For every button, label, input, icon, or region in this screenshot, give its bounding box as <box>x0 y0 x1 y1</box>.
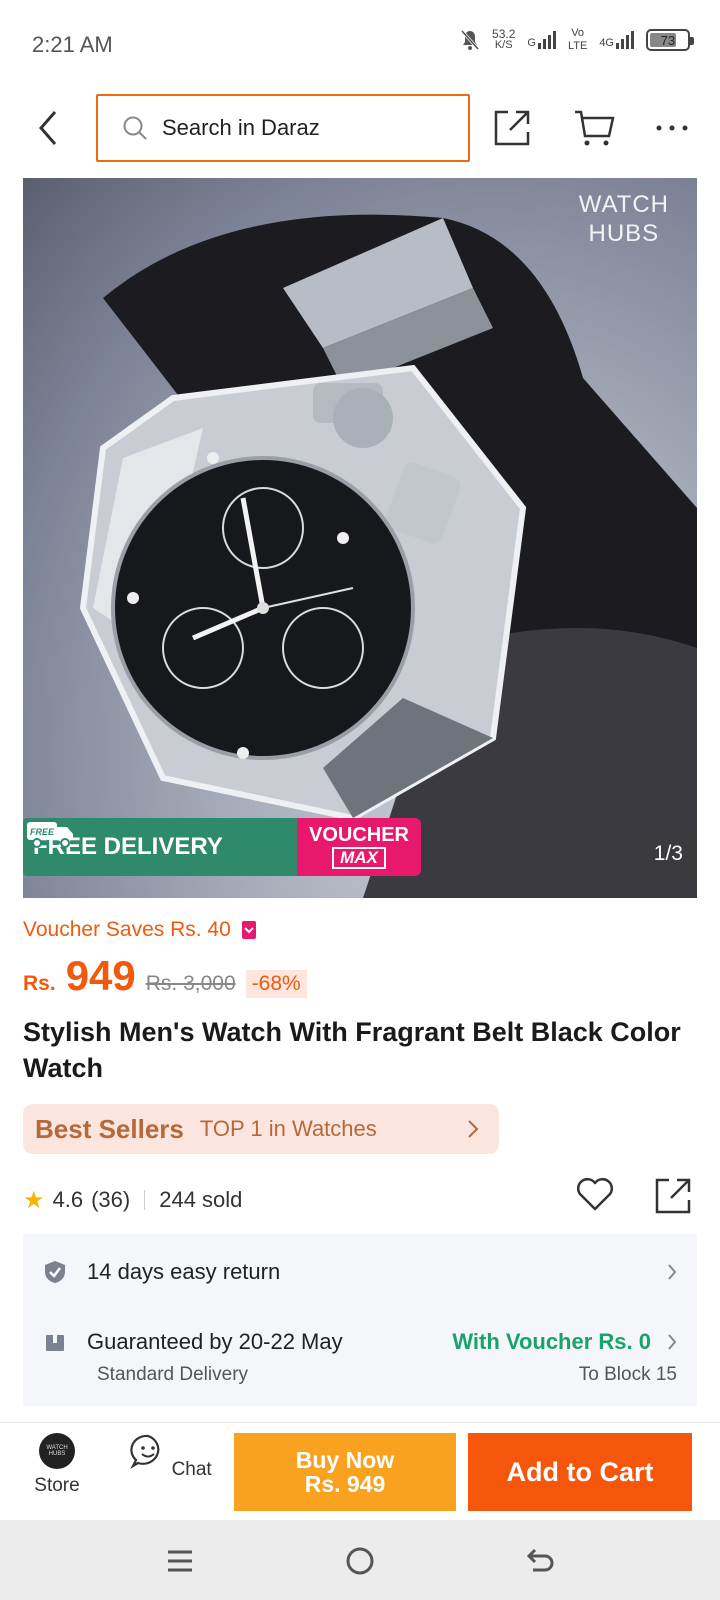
recent-apps-button[interactable] <box>160 1544 200 1578</box>
chevron-right-icon <box>668 1334 677 1350</box>
cart-icon <box>575 110 615 146</box>
brand-watermark-line2: HUBS <box>588 220 660 247</box>
battery-icon: 73 <box>646 29 694 51</box>
signal-4g-icon: 4G <box>599 31 634 49</box>
free-delivery-badge: FREE FREE DELIVERY <box>23 818 297 876</box>
free-badge-text: FREE <box>30 827 55 837</box>
buy-now-label: Buy Now <box>295 1447 395 1473</box>
system-back-button[interactable] <box>520 1544 560 1578</box>
price-currency: Rs. <box>23 972 56 995</box>
delivery-truck-icon: FREE <box>27 822 73 848</box>
promo-banner: FREE FREE DELIVERY VOUCHER MAX <box>23 818 421 876</box>
watch-illustration <box>79 214 697 898</box>
search-input[interactable]: Search in Daraz <box>96 94 470 162</box>
rating-row: ★ 4.6 (36) 244 sold <box>23 1178 697 1220</box>
share-button[interactable] <box>490 106 534 150</box>
delivery-voucher-text: With Voucher Rs. 0 <box>452 1329 651 1354</box>
voucher-saves[interactable]: Voucher Saves Rs. 40 <box>23 918 257 942</box>
star-icon: ★ <box>23 1186 45 1214</box>
status-bar: 2:21 AM 53.2 K/S G Vo LTE 4G 73 <box>0 0 720 88</box>
volte-bottom: LTE <box>567 40 588 52</box>
original-price: Rs. 3,000 <box>145 972 236 995</box>
rating-actions <box>575 1176 693 1216</box>
service-info: 14 days easy return Guaranteed by 20-22 … <box>23 1234 697 1406</box>
status-time: 2:21 AM <box>32 32 113 57</box>
brand-watermark: WATCH HUBS <box>579 190 669 248</box>
search-placeholder: Search in Daraz <box>162 115 320 140</box>
volte-top: Vo <box>571 27 585 39</box>
network-label: 4G <box>599 37 614 49</box>
search-icon <box>123 116 147 140</box>
menu-lines-icon <box>168 1550 192 1572</box>
chevron-right-icon <box>468 1120 479 1138</box>
discount-badge: -68% <box>245 970 307 998</box>
net-speed: 53.2 K/S <box>492 28 515 51</box>
net-speed-unit: K/S <box>494 39 513 51</box>
chevron-left-icon <box>39 111 57 145</box>
more-dots-icon <box>656 125 688 131</box>
price-value: 949 <box>65 952 136 999</box>
more-button[interactable] <box>650 106 694 150</box>
system-nav-bar <box>0 1520 720 1600</box>
share-icon <box>494 110 530 146</box>
delivery-row[interactable]: Guaranteed by 20-22 May With Voucher Rs.… <box>23 1312 697 1372</box>
best-sellers-rank: TOP 1 in Watches <box>199 1116 377 1141</box>
buy-now-button[interactable]: Buy Now Rs. 949 <box>234 1433 456 1511</box>
chat-icon <box>130 1434 160 1469</box>
image-counter: 1/3 <box>639 832 697 876</box>
delivery-guarantee-text: Guaranteed by 20-22 May <box>87 1329 343 1354</box>
return-policy-text: 14 days easy return <box>87 1259 281 1284</box>
best-sellers-label: Best Sellers <box>35 1113 184 1144</box>
chat-button[interactable]: Chat <box>126 1433 216 1481</box>
store-label: Store <box>34 1475 80 1496</box>
cart-button[interactable] <box>572 106 616 150</box>
rating-count[interactable]: (36) <box>91 1187 130 1213</box>
voucher-icon <box>241 921 256 939</box>
share-product-icon[interactable] <box>653 1176 693 1216</box>
sim1-label: G <box>527 37 536 49</box>
delivery-box-icon <box>46 1335 64 1351</box>
battery-level: 73 <box>660 32 676 48</box>
return-policy-row[interactable]: 14 days easy return <box>23 1242 697 1302</box>
shield-check-icon <box>45 1261 65 1283</box>
delivery-type: Standard Delivery <box>97 1364 249 1385</box>
voucher-saves-text: Voucher Saves Rs. 40 <box>23 918 231 941</box>
chat-label: Chat <box>171 1459 212 1480</box>
voucher-max-label: MAX <box>332 847 386 869</box>
home-button[interactable] <box>340 1544 380 1578</box>
divider <box>144 1190 146 1210</box>
voucher-max-badge: VOUCHER MAX <box>297 818 421 876</box>
wishlist-heart-icon[interactable] <box>575 1176 615 1212</box>
back-button[interactable] <box>28 106 68 150</box>
product-title: Stylish Men's Watch With Fragrant Belt B… <box>23 1017 681 1083</box>
volte-icon: Vo LTE <box>568 28 587 52</box>
bottom-action-bar: WATCH HUBS Store Chat Buy Now Rs. 949 Ad… <box>0 1422 720 1518</box>
status-icons: 53.2 K/S G Vo LTE 4G 73 <box>460 28 694 52</box>
back-arrow-icon <box>526 1548 554 1572</box>
store-avatar: WATCH HUBS <box>39 1433 75 1469</box>
product-image-carousel[interactable]: WATCH HUBS FREE FREE DELIVERY VOUCHER MA… <box>23 178 697 898</box>
chevron-right-icon <box>668 1264 677 1280</box>
voucher-label: VOUCHER <box>308 824 409 846</box>
rating-score[interactable]: 4.6 <box>53 1187 84 1213</box>
add-to-cart-button[interactable]: Add to Cart <box>468 1433 692 1511</box>
top-bar: Search in Daraz <box>0 88 720 176</box>
mute-bell-icon <box>460 30 480 50</box>
price-row: Rs. 949 Rs. 3,000 -68% <box>23 952 307 1000</box>
store-button[interactable]: WATCH HUBS Store <box>12 1433 102 1497</box>
delivery-location: To Block 15 <box>578 1364 677 1385</box>
best-sellers-banner[interactable]: Best Sellers TOP 1 in Watches <box>23 1104 499 1154</box>
brand-watermark-line1: WATCH <box>578 191 669 218</box>
buy-now-price: Rs. 949 <box>304 1471 386 1497</box>
signal-sim1-icon: G <box>527 31 556 49</box>
home-circle-icon <box>346 1547 374 1575</box>
sold-count: 244 sold <box>159 1187 243 1212</box>
